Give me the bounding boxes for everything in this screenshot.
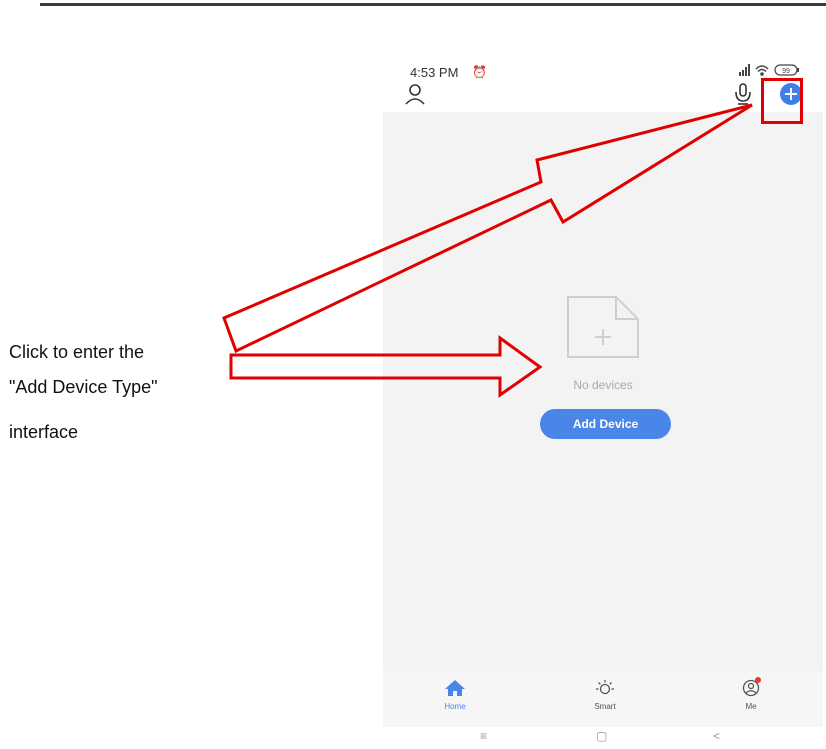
annotation-arrows <box>222 103 753 398</box>
arrow-to-add-icon <box>222 103 753 354</box>
highlight-box <box>761 78 803 124</box>
arrow-to-add-device-button <box>229 335 543 398</box>
